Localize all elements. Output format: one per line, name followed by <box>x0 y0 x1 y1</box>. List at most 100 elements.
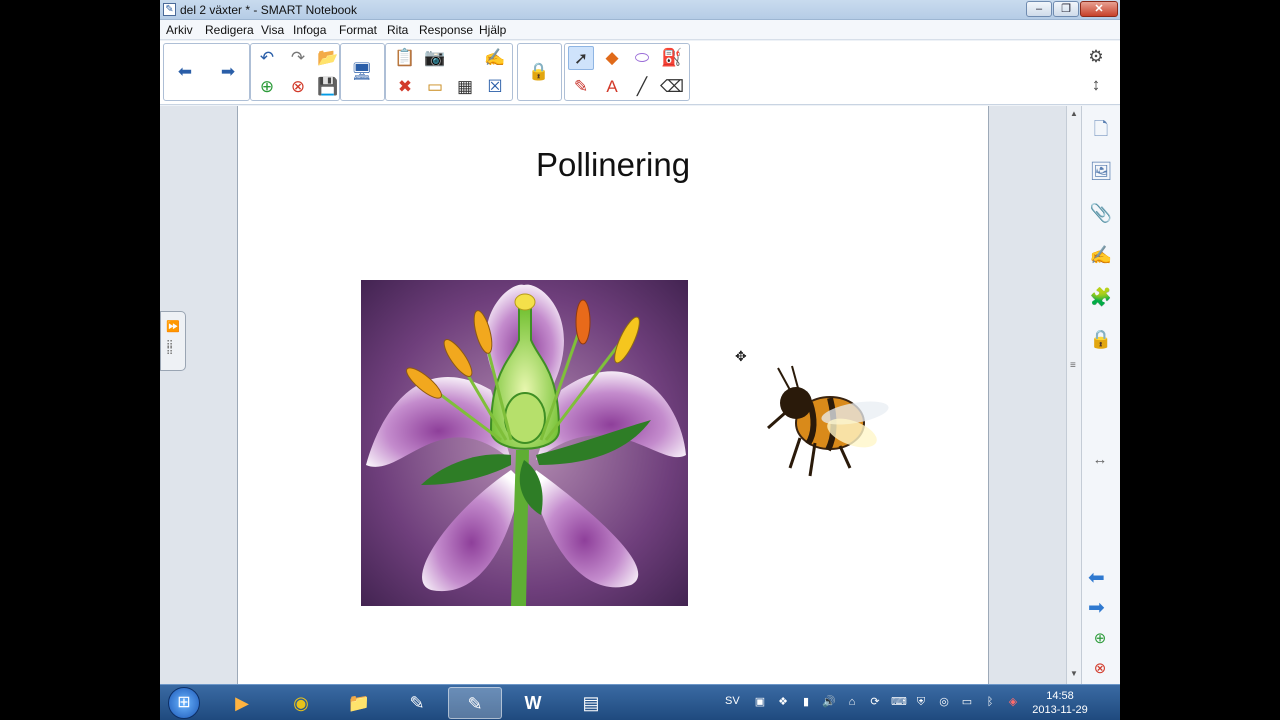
menu-hjalp[interactable]: Hjälp <box>479 23 506 37</box>
menu-visa[interactable]: Visa <box>261 23 284 37</box>
smart-notebook-icon[interactable]: ✎ <box>448 687 502 719</box>
screen-shade-icon[interactable]: ▭ <box>422 75 448 99</box>
scroll-grip-icon[interactable]: ≡ <box>1070 360 1076 371</box>
wifi-icon[interactable]: ◎ <box>937 695 951 709</box>
network-icon[interactable]: ▣ <box>753 695 767 709</box>
media-player-icon[interactable]: ▶ <box>215 687 269 719</box>
add-page-icon[interactable]: ⊕ <box>1089 628 1111 650</box>
redo-icon[interactable]: ↷ <box>285 46 311 70</box>
save-icon[interactable]: 💾 <box>315 75 341 99</box>
addons-icon[interactable]: 🧩 <box>1086 281 1116 311</box>
flower-image[interactable] <box>361 280 688 606</box>
properties-icon[interactable]: ✍ <box>1086 239 1116 269</box>
menu-arkiv[interactable]: Arkiv <box>166 23 193 37</box>
word-icon[interactable]: W <box>506 687 560 719</box>
screen-icon[interactable]: ▭ <box>960 695 974 709</box>
page-title[interactable]: Pollinering <box>238 146 988 184</box>
smart-board-icon[interactable]: ▤ <box>564 687 618 719</box>
language-indicator[interactable]: SV <box>725 695 740 707</box>
minimize-icon: – <box>1035 3 1043 15</box>
windows-start-icon[interactable]: ⊞ <box>168 687 200 719</box>
smart-notebook-window: ✎ del 2 växter * - SMART Notebook – ❐ ✕ … <box>160 0 1120 720</box>
maximize-button[interactable]: ❐ <box>1053 1 1079 17</box>
file-explorer-icon[interactable]: 📁 <box>332 687 386 719</box>
volume-icon[interactable]: 🔊 <box>822 695 836 709</box>
delete-page-icon[interactable]: ⊗ <box>1089 658 1111 680</box>
fill-icon[interactable]: ⛽ <box>659 46 685 70</box>
menu-rita[interactable]: Rita <box>387 23 408 37</box>
updown-arrows-icon[interactable]: ↕ <box>1083 73 1109 97</box>
window-title: del 2 växter * - SMART Notebook <box>180 3 357 17</box>
text-icon[interactable]: A <box>599 75 625 99</box>
grip-icon: ⠿ ⠿ <box>166 340 175 358</box>
table-icon[interactable]: ▦ <box>452 75 478 99</box>
shield-icon[interactable]: ⛨ <box>914 695 928 709</box>
horizontal-resize-icon[interactable]: ↔ <box>1089 449 1111 471</box>
pens-icon[interactable]: ✎ <box>568 75 594 99</box>
screenshot-icon[interactable]: 📷 <box>422 46 448 70</box>
gallery-icon[interactable]: 🖼 <box>1086 155 1116 185</box>
flower-illustration <box>361 280 688 606</box>
expand-icon: ⏩ <box>166 321 180 333</box>
eraser-tool-icon[interactable]: ⌫ <box>659 75 685 99</box>
page-sorter-icon[interactable]: 🗋 <box>1086 113 1116 143</box>
bee-image[interactable] <box>760 358 900 483</box>
clear-icon[interactable]: ☒ <box>482 75 508 99</box>
shapes-icon[interactable]: ◆ <box>599 46 625 70</box>
toolbar-group-gallery: 🔒 <box>517 43 562 101</box>
security-icon[interactable]: ◈ <box>1006 695 1020 709</box>
line-icon[interactable]: ╱ <box>629 75 655 99</box>
clock-time: 14:58 <box>1046 690 1074 702</box>
display-icon[interactable]: 🖥 <box>349 60 375 84</box>
minimize-button[interactable]: – <box>1026 1 1052 17</box>
clock-date: 2013-11-29 <box>1032 704 1088 716</box>
bluetooth-icon[interactable]: ᛒ <box>983 695 997 709</box>
system-clock[interactable]: 14:58 2013-11-29 <box>1030 689 1090 717</box>
notebook-page[interactable]: Pollinering <box>238 106 988 684</box>
menu-infoga[interactable]: Infoga <box>293 23 326 37</box>
usb-icon[interactable]: ⌂ <box>845 695 859 709</box>
select-icon[interactable]: ➚ <box>568 46 594 70</box>
signal-icon[interactable]: ▮ <box>799 695 813 709</box>
gear-icon[interactable]: ⚙ <box>1083 45 1109 69</box>
back-arrow-icon[interactable]: ⬅ <box>172 60 198 84</box>
sync-icon[interactable]: ⟳ <box>868 695 882 709</box>
open-file-icon[interactable]: 📂 <box>315 46 341 70</box>
gallery-lock-icon[interactable]: 🔒 <box>526 60 552 84</box>
attachments-icon[interactable]: 📎 <box>1086 197 1116 227</box>
move-cursor-icon: ✥ <box>735 348 747 364</box>
toolbar-group-edit: 📋 📷 ✍ ✖ ▭ ▦ ☒ <box>385 43 513 101</box>
left-margin <box>160 106 238 684</box>
taskbar: ⊞ ▶ ◉ 📁 ✎ ✎ W ▤ SV ▣ ❖ ▮ 🔊 ⌂ ⟳ ⌨ ⛨ ◎ ▭ ᛒ… <box>160 684 1120 720</box>
magic-pen-icon[interactable]: ✍ <box>482 46 508 70</box>
paste-icon[interactable]: 📋 <box>392 46 418 70</box>
menu-response[interactable]: Response <box>419 23 473 37</box>
add-page-icon[interactable]: ⊕ <box>254 75 280 99</box>
toolbar-group-file: ↶ ↷ 📂 ⊕ ⊗ 💾 <box>250 43 340 101</box>
delete-page-icon[interactable]: ⊗ <box>285 75 311 99</box>
menu-format[interactable]: Format <box>339 23 377 37</box>
next-page-icon[interactable]: ➡ <box>1088 597 1105 619</box>
smart-tools-icon[interactable]: ✎ <box>390 687 444 719</box>
delete-icon[interactable]: ✖ <box>392 75 418 99</box>
eraser-icon[interactable]: ⬭ <box>629 46 655 70</box>
toolbar: ⬅ ➡ ↶ ↷ 📂 ⊕ ⊗ 💾 🖥 📋 📷 ✍ ✖ ▭ ▦ ☒ 🔒 ➚ ◆ ⬭ … <box>160 41 1120 105</box>
toolbar-group-tools: ➚ ◆ ⬭ ⛽ ✎ A ╱ ⌫ <box>564 43 690 101</box>
keyboard-icon[interactable]: ⌨ <box>891 695 907 709</box>
lesson-activity-icon[interactable]: 🔒 <box>1086 323 1116 353</box>
dropbox-icon[interactable]: ❖ <box>776 695 790 709</box>
bee-illustration <box>767 365 889 477</box>
vertical-scrollbar[interactable]: ▲ ≡ ▼ <box>1066 106 1080 684</box>
scroll-up-icon[interactable]: ▲ <box>1069 109 1079 118</box>
side-panel-handle[interactable]: ⏩ ⠿ ⠿ <box>160 311 186 371</box>
menu-redigera[interactable]: Redigera <box>205 23 254 37</box>
undo-icon[interactable]: ↶ <box>254 46 280 70</box>
prev-page-icon[interactable]: ⬅ <box>1088 567 1105 589</box>
menu-bar: Arkiv Redigera Visa Infoga Format Rita R… <box>160 20 1120 40</box>
title-bar: ✎ del 2 växter * - SMART Notebook – ❐ ✕ <box>160 0 1120 20</box>
scroll-down-icon[interactable]: ▼ <box>1069 669 1079 678</box>
close-button[interactable]: ✕ <box>1080 1 1118 17</box>
sidebar: 🗋 🖼 📎 ✍ 🧩 🔒 ↔ ⬅ ➡ ⊕ ⊗ <box>1081 106 1120 684</box>
chrome-icon[interactable]: ◉ <box>274 687 328 719</box>
forward-arrow-icon[interactable]: ➡ <box>215 60 241 84</box>
